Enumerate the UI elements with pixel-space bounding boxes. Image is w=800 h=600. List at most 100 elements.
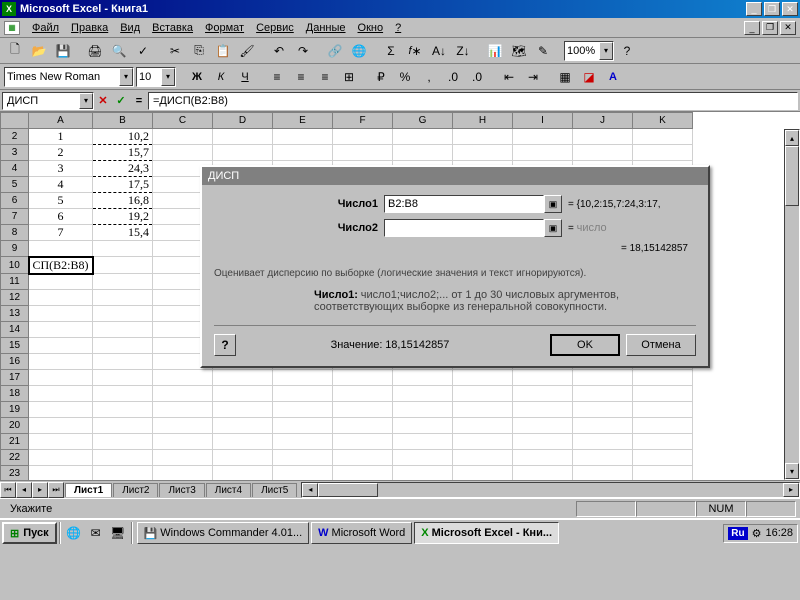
row-header[interactable]: 4: [1, 161, 29, 177]
row-header[interactable]: 5: [1, 177, 29, 193]
name-box[interactable]: ДИСП▾: [2, 92, 94, 110]
cell[interactable]: [153, 402, 213, 418]
new-icon[interactable]: 🗋: [4, 40, 26, 62]
cell[interactable]: [153, 434, 213, 450]
drawing-icon[interactable]: ✎: [532, 40, 554, 62]
taskbar-item-3[interactable]: XMicrosoft Excel - Кни...: [414, 522, 559, 544]
font-size-combo[interactable]: 10▾: [136, 67, 176, 87]
map-icon[interactable]: 🗺: [508, 40, 530, 62]
close-button[interactable]: ✕: [782, 2, 798, 16]
col-header[interactable]: I: [513, 113, 573, 129]
tab-nav[interactable]: ⏮ ◂ ▸ ⏭: [0, 482, 64, 498]
maximize-button[interactable]: ❐: [764, 2, 780, 16]
select-all-corner[interactable]: [1, 113, 29, 129]
row-header[interactable]: 17: [1, 370, 29, 386]
print-icon[interactable]: 🖨: [84, 40, 106, 62]
row-header[interactable]: 9: [1, 241, 29, 257]
cell[interactable]: [393, 402, 453, 418]
formula-input[interactable]: =ДИСП(B2:B8): [148, 92, 798, 110]
row-header[interactable]: 16: [1, 354, 29, 370]
cell[interactable]: [333, 129, 393, 145]
cell[interactable]: [153, 386, 213, 402]
menu-data[interactable]: Данные: [300, 20, 352, 36]
decrease-decimal-icon[interactable]: .0: [466, 66, 488, 88]
ok-button[interactable]: OK: [550, 334, 620, 356]
sheet-tab-5[interactable]: Лист5: [252, 483, 297, 497]
tab-last-icon[interactable]: ⏭: [48, 482, 64, 498]
col-header[interactable]: D: [213, 113, 273, 129]
font-combo[interactable]: Times New Roman▾: [4, 67, 134, 87]
taskbar-item-2[interactable]: WMicrosoft Word: [311, 522, 412, 544]
cell[interactable]: [573, 418, 633, 434]
cell[interactable]: [273, 418, 333, 434]
borders-icon[interactable]: ▦: [554, 66, 576, 88]
bold-icon[interactable]: Ж: [186, 66, 208, 88]
undo-icon[interactable]: ↶: [268, 40, 290, 62]
cell[interactable]: [513, 450, 573, 466]
row-header[interactable]: 18: [1, 386, 29, 402]
cell[interactable]: 16,8: [93, 193, 153, 209]
mdi-minimize-button[interactable]: _: [744, 21, 760, 35]
cell[interactable]: [633, 450, 693, 466]
minimize-button[interactable]: _: [746, 2, 762, 16]
cell[interactable]: [213, 129, 273, 145]
cell[interactable]: [29, 241, 93, 257]
row-header[interactable]: 20: [1, 418, 29, 434]
arg2-input[interactable]: [384, 219, 544, 237]
col-header[interactable]: G: [393, 113, 453, 129]
enter-formula-icon[interactable]: ✓: [112, 92, 130, 110]
cell[interactable]: [393, 386, 453, 402]
sheet-tab-2[interactable]: Лист2: [113, 483, 158, 497]
cell[interactable]: [93, 274, 153, 290]
align-right-icon[interactable]: ≡: [314, 66, 336, 88]
cell[interactable]: [213, 386, 273, 402]
cell[interactable]: [393, 129, 453, 145]
sheet-tab-1[interactable]: Лист1: [65, 483, 112, 497]
cell[interactable]: [213, 145, 273, 161]
mdi-restore-button[interactable]: ❐: [762, 21, 778, 35]
cell[interactable]: [153, 145, 213, 161]
row-header[interactable]: 21: [1, 434, 29, 450]
cell[interactable]: [29, 450, 93, 466]
increase-decimal-icon[interactable]: .0: [442, 66, 464, 88]
row-header[interactable]: 13: [1, 306, 29, 322]
col-header[interactable]: B: [93, 113, 153, 129]
language-indicator[interactable]: Ru: [728, 527, 747, 540]
cell[interactable]: [29, 338, 93, 354]
cell[interactable]: [213, 418, 273, 434]
merge-icon[interactable]: ⊞: [338, 66, 360, 88]
cell[interactable]: [573, 129, 633, 145]
preview-icon[interactable]: 🔍: [108, 40, 130, 62]
cell[interactable]: [213, 370, 273, 386]
cell[interactable]: 1: [29, 129, 93, 145]
cell[interactable]: [93, 338, 153, 354]
cell[interactable]: [273, 129, 333, 145]
menu-format[interactable]: Формат: [199, 20, 250, 36]
cell[interactable]: [453, 370, 513, 386]
row-header[interactable]: 2: [1, 129, 29, 145]
quicklaunch-icon-1[interactable]: 🌐: [63, 522, 85, 544]
row-header[interactable]: 22: [1, 450, 29, 466]
cell[interactable]: [513, 418, 573, 434]
cell[interactable]: [333, 145, 393, 161]
cell[interactable]: [453, 434, 513, 450]
cell[interactable]: [93, 257, 153, 274]
cell[interactable]: [453, 386, 513, 402]
workbook-icon[interactable]: ▦: [4, 21, 20, 35]
quicklaunch-icon-3[interactable]: 🖥: [107, 522, 129, 544]
row-header[interactable]: 19: [1, 402, 29, 418]
cell[interactable]: [29, 322, 93, 338]
menu-insert[interactable]: Вставка: [146, 20, 199, 36]
menu-window[interactable]: Окно: [352, 20, 390, 36]
cell[interactable]: [513, 402, 573, 418]
cell[interactable]: [93, 370, 153, 386]
web-icon[interactable]: 🌐: [348, 40, 370, 62]
cell[interactable]: 10,2: [93, 129, 153, 145]
col-header[interactable]: H: [453, 113, 513, 129]
row-header[interactable]: 15: [1, 338, 29, 354]
cell[interactable]: [93, 241, 153, 257]
cell[interactable]: [93, 450, 153, 466]
cell[interactable]: [29, 370, 93, 386]
percent-icon[interactable]: %: [394, 66, 416, 88]
copy-icon[interactable]: ⎘: [188, 40, 210, 62]
